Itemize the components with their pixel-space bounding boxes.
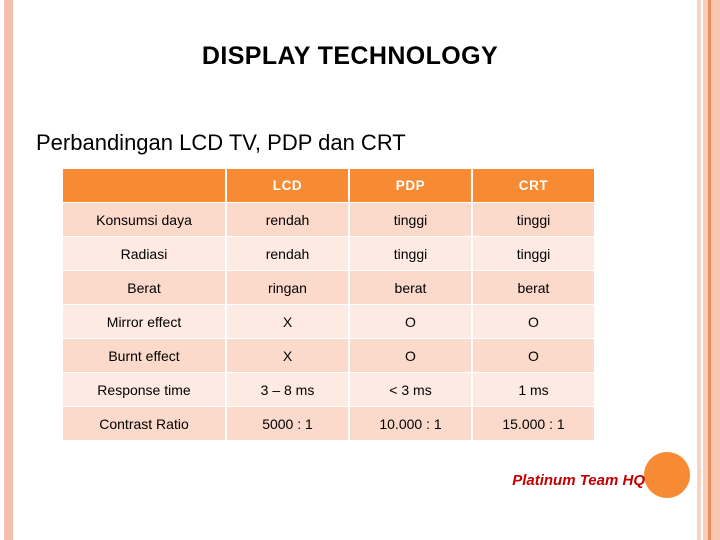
cell-pdp: tinggi [350, 237, 471, 270]
cell-pdp: berat [350, 271, 471, 304]
row-label: Berat [63, 271, 225, 304]
right-border-stripe-outer [697, 0, 701, 540]
cell-lcd: ringan [227, 271, 348, 304]
slide: DISPLAY TECHNOLOGY Perbandingan LCD TV, … [0, 0, 720, 540]
row-label: Response time [63, 373, 225, 406]
table-row: Konsumsi daya rendah tinggi tinggi [63, 203, 594, 236]
cell-pdp: tinggi [350, 203, 471, 236]
table-header: LCD PDP CRT [63, 169, 594, 202]
column-header-pdp: PDP [350, 169, 471, 202]
cell-crt: berat [473, 271, 594, 304]
cell-pdp: O [350, 339, 471, 372]
cell-crt: tinggi [473, 237, 594, 270]
cell-pdp: O [350, 305, 471, 338]
table-row: Contrast Ratio 5000 : 1 10.000 : 1 15.000 :… [63, 407, 594, 440]
subtitle: Perbandingan LCD TV, PDP dan CRT [36, 130, 406, 155]
cell-crt: O [473, 305, 594, 338]
cell-lcd: X [227, 339, 348, 372]
right-border-stripe-wide [711, 0, 720, 540]
column-header-blank [63, 169, 225, 202]
row-label: Radiasi [63, 237, 225, 270]
table-body: Konsumsi daya rendah tinggi tinggi Radiasi re… [63, 203, 594, 440]
comparison-table: LCD PDP CRT Konsumsi daya rendah tinggi tin… [61, 168, 596, 441]
row-label: Mirror effect [63, 305, 225, 338]
left-border-stripe [4, 0, 13, 540]
cell-lcd: 5000 : 1 [227, 407, 348, 440]
cell-pdp: 10.000 : 1 [350, 407, 471, 440]
cell-lcd: X [227, 305, 348, 338]
table-row: Radiasi rendah tinggi tinggi [63, 237, 594, 270]
row-label: Burnt effect [63, 339, 225, 372]
table-row: Burnt effect X O O [63, 339, 594, 372]
table-row: Response time 3 – 8 ms < 3 ms 1 ms [63, 373, 594, 406]
page-title: DISPLAY TECHNOLOGY [201, 42, 499, 70]
cell-lcd: 3 – 8 ms [227, 373, 348, 406]
cell-crt: O [473, 339, 594, 372]
table-row: Mirror effect X O O [63, 305, 594, 338]
cell-pdp: < 3 ms [350, 373, 471, 406]
decorative-circle [644, 452, 690, 498]
cell-crt: 15.000 : 1 [473, 407, 594, 440]
footer-credit: Platinum Team HQ [512, 472, 645, 489]
cell-crt: tinggi [473, 203, 594, 236]
table-row: Berat ringan berat berat [63, 271, 594, 304]
row-label: Contrast Ratio [63, 407, 225, 440]
cell-lcd: rendah [227, 237, 348, 270]
cell-crt: 1 ms [473, 373, 594, 406]
cell-lcd: rendah [227, 203, 348, 236]
table-header-row: LCD PDP CRT [63, 169, 594, 202]
column-header-crt: CRT [473, 169, 594, 202]
row-label: Konsumsi daya [63, 203, 225, 236]
column-header-lcd: LCD [227, 169, 348, 202]
